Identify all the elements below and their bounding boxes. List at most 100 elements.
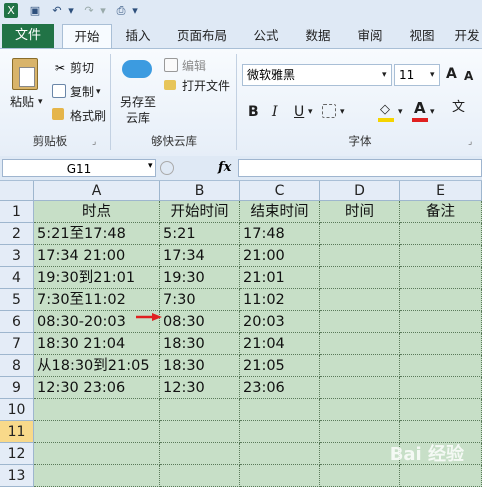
cell[interactable]: 12:30 23:06 xyxy=(34,377,160,399)
column-header-a[interactable]: A xyxy=(34,181,160,201)
paste-icon[interactable] xyxy=(12,58,38,90)
row-header[interactable]: 12 xyxy=(0,443,34,465)
row-header[interactable]: 1 xyxy=(0,201,34,223)
cell[interactable] xyxy=(400,399,482,421)
cell[interactable] xyxy=(34,399,160,421)
borders-dropdown-icon[interactable]: ▾ xyxy=(340,104,345,120)
tab-insert[interactable]: 插入 xyxy=(116,24,160,48)
cell[interactable] xyxy=(34,421,160,443)
cell[interactable]: 11:02 xyxy=(240,289,320,311)
open-file-button[interactable]: 打开文件 xyxy=(182,78,230,94)
column-header-d[interactable]: D xyxy=(320,181,400,201)
copy-button[interactable]: 复制 xyxy=(70,84,94,100)
cell[interactable] xyxy=(320,421,400,443)
name-box[interactable]: G11 xyxy=(2,159,156,177)
redo-icon[interactable]: ↷ xyxy=(82,3,96,18)
cell[interactable] xyxy=(240,443,320,465)
cell[interactable] xyxy=(320,267,400,289)
cell[interactable] xyxy=(160,443,240,465)
save-to-cloud-button[interactable]: 另存至云库 xyxy=(116,94,160,126)
cell[interactable]: 18:30 xyxy=(160,355,240,377)
paste-button[interactable]: 粘贴 xyxy=(10,94,34,110)
cell[interactable] xyxy=(320,333,400,355)
cut-icon[interactable]: ✂ xyxy=(52,60,68,76)
header-cell[interactable]: 时间 xyxy=(320,201,400,223)
cell[interactable] xyxy=(400,289,482,311)
select-all-corner[interactable] xyxy=(0,181,34,201)
cell[interactable]: 18:30 xyxy=(160,333,240,355)
cell[interactable] xyxy=(160,399,240,421)
tab-data[interactable]: 数据 xyxy=(298,24,338,48)
cell[interactable]: 21:04 xyxy=(240,333,320,355)
tab-view[interactable]: 视图 xyxy=(402,24,442,48)
column-header-b[interactable]: B xyxy=(160,181,240,201)
tab-file[interactable]: 文件 xyxy=(2,24,54,48)
copy-dropdown-icon[interactable]: ▾ xyxy=(96,84,101,100)
cell[interactable] xyxy=(400,267,482,289)
tab-review[interactable]: 审阅 xyxy=(350,24,390,48)
fill-color-icon[interactable]: ◇ xyxy=(380,102,390,118)
fill-color-dropdown-icon[interactable]: ▾ xyxy=(398,104,403,120)
tab-home[interactable]: 开始 xyxy=(62,24,112,49)
cell[interactable]: 5:21至17:48 xyxy=(34,223,160,245)
redo-dropdown-icon[interactable]: ▾ xyxy=(98,3,108,18)
italic-icon[interactable]: I xyxy=(272,104,278,120)
shrink-font-icon[interactable]: A xyxy=(464,68,473,84)
clipboard-launcher-icon[interactable]: ⌟ xyxy=(92,134,96,150)
cell[interactable]: 从18:30到21:05 xyxy=(34,355,160,377)
cell[interactable] xyxy=(320,245,400,267)
cell[interactable]: 23:06 xyxy=(240,377,320,399)
save-icon[interactable]: ▣ xyxy=(28,3,42,18)
cell[interactable]: 21:01 xyxy=(240,267,320,289)
row-header[interactable]: 7 xyxy=(0,333,34,355)
edit-button[interactable]: 编辑 xyxy=(182,58,206,74)
header-cell[interactable]: 时点 xyxy=(34,201,160,223)
cell[interactable] xyxy=(320,289,400,311)
tab-developer[interactable]: 开发 xyxy=(452,24,482,48)
font-size-dropdown-icon[interactable]: ▾ xyxy=(430,67,435,83)
cell[interactable] xyxy=(400,223,482,245)
cell[interactable] xyxy=(240,421,320,443)
cell[interactable]: 21:00 xyxy=(240,245,320,267)
font-name-combo[interactable]: 微软雅黑 xyxy=(242,64,392,86)
cell[interactable]: 17:34 xyxy=(160,245,240,267)
paste-dropdown-icon[interactable]: ▾ xyxy=(38,94,43,110)
borders-icon[interactable] xyxy=(322,104,336,118)
header-cell[interactable]: 开始时间 xyxy=(160,201,240,223)
row-header[interactable]: 11 xyxy=(0,421,34,443)
phonetic-icon[interactable]: 文 xyxy=(452,100,465,116)
row-header[interactable]: 8 xyxy=(0,355,34,377)
cell[interactable] xyxy=(320,355,400,377)
name-box-dropdown-icon[interactable]: ▾ xyxy=(148,161,153,171)
open-file-icon[interactable] xyxy=(164,80,176,90)
font-color-icon[interactable]: A xyxy=(414,100,426,116)
print-preview-icon[interactable]: ⎙ xyxy=(114,3,128,18)
column-header-e[interactable]: E xyxy=(400,181,482,201)
cell[interactable]: 19:30 xyxy=(160,267,240,289)
excel-logo-icon[interactable]: X xyxy=(4,3,18,18)
cell[interactable]: 17:48 xyxy=(240,223,320,245)
row-header[interactable]: 3 xyxy=(0,245,34,267)
grow-font-icon[interactable]: A xyxy=(446,66,457,82)
cell[interactable] xyxy=(320,399,400,421)
underline-dropdown-icon[interactable]: ▾ xyxy=(308,104,313,120)
cloud-icon[interactable] xyxy=(122,60,152,78)
undo-dropdown-icon[interactable]: ▾ xyxy=(66,3,76,18)
cell[interactable]: 08:30 xyxy=(160,311,240,333)
edit-icon[interactable] xyxy=(164,58,178,72)
row-header[interactable]: 9 xyxy=(0,377,34,399)
cell[interactable] xyxy=(320,377,400,399)
cell[interactable]: 18:30 21:04 xyxy=(34,333,160,355)
cell[interactable] xyxy=(320,223,400,245)
cell[interactable]: 19:30到21:01 xyxy=(34,267,160,289)
cell[interactable]: 7:30至11:02 xyxy=(34,289,160,311)
cell[interactable]: 21:05 xyxy=(240,355,320,377)
tab-page-layout[interactable]: 页面布局 xyxy=(170,24,234,48)
tab-formulas[interactable]: 公式 xyxy=(246,24,286,48)
copy-icon[interactable] xyxy=(52,84,66,98)
cell[interactable]: 12:30 xyxy=(160,377,240,399)
undo-icon[interactable]: ↶ xyxy=(50,3,64,18)
cell[interactable]: 7:30 xyxy=(160,289,240,311)
cell[interactable]: 5:21 xyxy=(160,223,240,245)
format-painter-icon[interactable] xyxy=(52,108,64,120)
